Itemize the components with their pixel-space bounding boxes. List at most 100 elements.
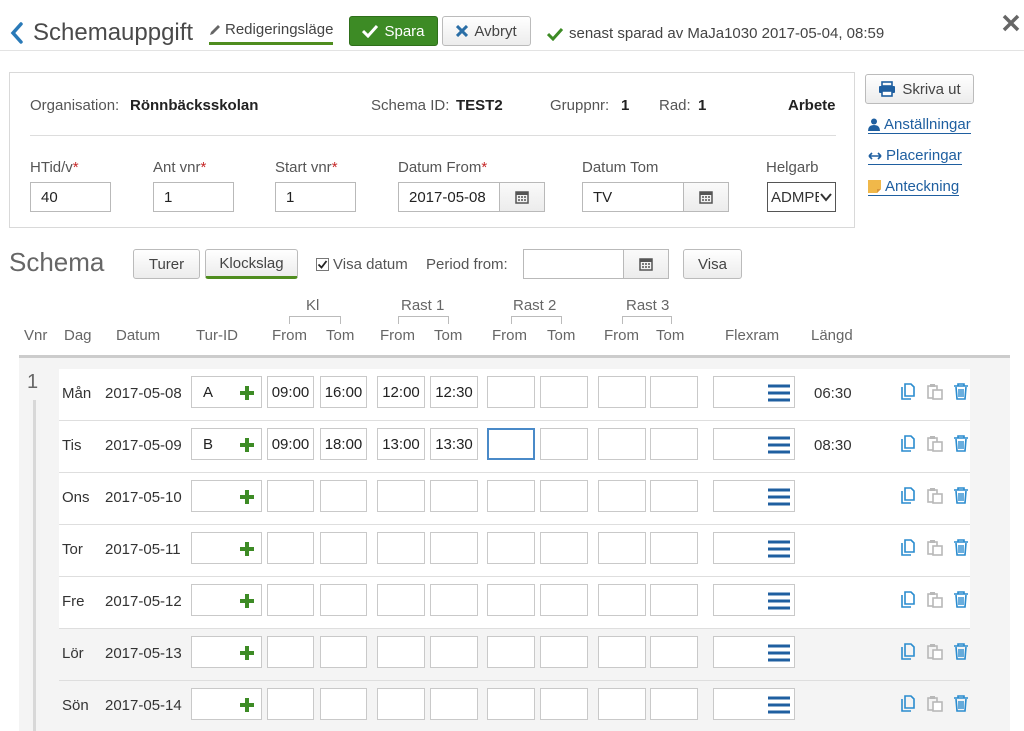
time-input-kl-tom[interactable] <box>320 688 367 720</box>
time-input-r3-from[interactable] <box>598 376 646 408</box>
copy-row-button[interactable] <box>900 487 916 507</box>
edit-mode-tab[interactable]: Redigeringsläge <box>209 21 334 45</box>
datum-from-calendar-button[interactable] <box>500 182 545 212</box>
flexram-input[interactable] <box>713 532 795 564</box>
flexram-input[interactable] <box>713 584 795 616</box>
copy-row-button[interactable] <box>900 695 916 715</box>
time-input-kl-from[interactable] <box>267 480 314 512</box>
save-button[interactable]: Spara <box>349 16 438 46</box>
klockslag-button[interactable]: Klockslag <box>205 249 298 279</box>
time-input-r2-tom[interactable] <box>540 532 588 564</box>
flexram-input[interactable] <box>713 480 795 512</box>
time-input-r1-tom[interactable]: 13:30 <box>430 428 478 460</box>
time-input-kl-tom[interactable] <box>320 532 367 564</box>
time-input-r3-from[interactable] <box>598 636 646 668</box>
time-input-kl-from[interactable]: 09:00 <box>267 428 314 460</box>
flexram-input[interactable] <box>713 376 795 408</box>
time-input-r3-tom[interactable] <box>650 480 698 512</box>
time-input-r2-from[interactable] <box>487 636 535 668</box>
paste-row-button[interactable] <box>927 487 943 507</box>
flexram-input[interactable] <box>713 688 795 720</box>
period-from-input[interactable] <box>523 249 624 279</box>
time-input-r2-from[interactable] <box>487 480 535 512</box>
paste-row-button[interactable] <box>927 591 943 611</box>
time-input-r3-tom[interactable] <box>650 688 698 720</box>
time-input-r1-tom[interactable]: 12:30 <box>430 376 478 408</box>
time-input-r1-from[interactable] <box>377 688 425 720</box>
print-button[interactable]: Skriva ut <box>865 74 974 104</box>
startvnr-input[interactable]: 1 <box>275 182 356 212</box>
time-input-r1-from[interactable] <box>377 480 425 512</box>
time-input-r1-tom[interactable] <box>430 532 478 564</box>
anteckning-link[interactable]: Anteckning <box>868 178 960 196</box>
placeringar-link[interactable]: Placeringar <box>868 147 962 165</box>
paste-row-button[interactable] <box>927 643 943 663</box>
time-input-kl-from[interactable] <box>267 584 314 616</box>
time-input-kl-from[interactable] <box>267 688 314 720</box>
tur-id-input[interactable] <box>191 480 262 512</box>
time-input-r1-tom[interactable] <box>430 584 478 616</box>
copy-row-button[interactable] <box>900 383 916 403</box>
time-input-r2-from[interactable] <box>487 428 535 460</box>
time-input-r2-from[interactable] <box>487 584 535 616</box>
time-input-kl-from[interactable] <box>267 532 314 564</box>
delete-row-button[interactable] <box>953 539 969 559</box>
chevron-left-icon[interactable] <box>10 22 24 44</box>
time-input-r2-tom[interactable] <box>540 688 588 720</box>
time-input-r2-from[interactable] <box>487 532 535 564</box>
time-input-r3-from[interactable] <box>598 532 646 564</box>
time-input-kl-from[interactable]: 09:00 <box>267 376 314 408</box>
paste-row-button[interactable] <box>927 435 943 455</box>
time-input-r3-from[interactable] <box>598 480 646 512</box>
delete-row-button[interactable] <box>953 487 969 507</box>
htid-input[interactable]: 40 <box>30 182 111 212</box>
datum-tom-calendar-button[interactable] <box>684 182 729 212</box>
copy-row-button[interactable] <box>900 435 916 455</box>
datum-tom-input[interactable]: TV <box>582 182 684 212</box>
time-input-r3-tom[interactable] <box>650 584 698 616</box>
time-input-kl-tom[interactable] <box>320 480 367 512</box>
tur-id-input[interactable] <box>191 688 262 720</box>
datum-from-input[interactable]: 2017-05-08 <box>398 182 500 212</box>
time-input-r1-from[interactable]: 12:00 <box>377 376 425 408</box>
delete-row-button[interactable] <box>953 435 969 455</box>
paste-row-button[interactable] <box>927 695 943 715</box>
paste-row-button[interactable] <box>927 539 943 559</box>
time-input-r1-from[interactable]: 13:00 <box>377 428 425 460</box>
time-input-r1-tom[interactable] <box>430 480 478 512</box>
time-input-r2-from[interactable] <box>487 688 535 720</box>
time-input-r3-tom[interactable] <box>650 636 698 668</box>
time-input-kl-tom[interactable]: 18:00 <box>320 428 367 460</box>
copy-row-button[interactable] <box>900 591 916 611</box>
antvnr-input[interactable]: 1 <box>153 182 234 212</box>
cancel-button[interactable]: Avbryt <box>442 16 531 46</box>
time-input-kl-tom[interactable]: 16:00 <box>320 376 367 408</box>
visa-datum-checkbox[interactable] <box>316 258 329 271</box>
tur-id-input[interactable] <box>191 532 262 564</box>
delete-row-button[interactable] <box>953 695 969 715</box>
delete-row-button[interactable] <box>953 643 969 663</box>
period-from-calendar-button[interactable] <box>624 249 669 279</box>
visa-button[interactable]: Visa <box>683 249 742 279</box>
time-input-kl-tom[interactable] <box>320 584 367 616</box>
time-input-r2-from[interactable] <box>487 376 535 408</box>
tur-id-input[interactable]: A <box>191 376 262 408</box>
time-input-r2-tom[interactable] <box>540 636 588 668</box>
time-input-r1-from[interactable] <box>377 584 425 616</box>
time-input-r2-tom[interactable] <box>540 428 588 460</box>
turer-button[interactable]: Turer <box>133 249 200 279</box>
time-input-kl-tom[interactable] <box>320 636 367 668</box>
time-input-r3-from[interactable] <box>598 428 646 460</box>
anstallningar-link[interactable]: Anställningar <box>868 116 971 134</box>
time-input-r1-from[interactable] <box>377 532 425 564</box>
time-input-r3-tom[interactable] <box>650 376 698 408</box>
copy-row-button[interactable] <box>900 643 916 663</box>
helgarb-select[interactable]: ADMPE <box>767 182 836 212</box>
paste-row-button[interactable] <box>927 383 943 403</box>
tur-id-input[interactable] <box>191 584 262 616</box>
time-input-r2-tom[interactable] <box>540 376 588 408</box>
time-input-r1-tom[interactable] <box>430 636 478 668</box>
time-input-r2-tom[interactable] <box>540 584 588 616</box>
time-input-r2-tom[interactable] <box>540 480 588 512</box>
time-input-r3-tom[interactable] <box>650 428 698 460</box>
